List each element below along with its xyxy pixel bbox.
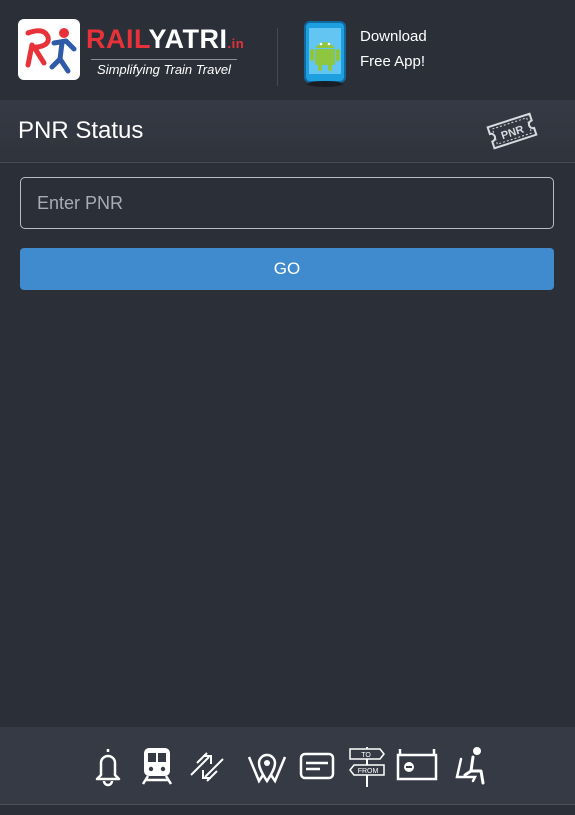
header-divider bbox=[277, 28, 278, 86]
pnr-ticket-icon: PNR bbox=[486, 112, 538, 150]
seat-icon[interactable] bbox=[451, 745, 487, 787]
card-icon[interactable] bbox=[298, 745, 336, 787]
signpost-from-label: FROM bbox=[358, 768, 379, 775]
pnr-status-bar: PNR Status PNR bbox=[0, 100, 575, 163]
bell-icon[interactable] bbox=[93, 745, 123, 787]
to-from-signpost-icon[interactable]: TO FROM bbox=[346, 745, 388, 787]
train-icon[interactable] bbox=[140, 745, 174, 787]
app-header: RAILYATRI.in Simplifying Train Travel Do… bbox=[0, 0, 575, 100]
footer-bottom-strip bbox=[0, 805, 575, 815]
download-app-line2[interactable]: Free App! bbox=[360, 53, 425, 70]
go-button[interactable]: GO bbox=[20, 248, 554, 290]
logo-runner-icon bbox=[25, 28, 77, 74]
android-phone-icon[interactable] bbox=[303, 20, 347, 88]
logo-suffix-text: .in bbox=[227, 36, 245, 51]
railyatri-logo-mark[interactable] bbox=[18, 19, 80, 80]
logo-rail-text: RAIL bbox=[86, 24, 149, 54]
railyatri-logo-wordmark[interactable]: RAILYATRI.in bbox=[86, 24, 244, 55]
footer-nav: TO FROM bbox=[0, 727, 575, 805]
swap-arrows-icon[interactable] bbox=[187, 745, 227, 787]
location-pin-icon[interactable] bbox=[247, 745, 287, 787]
logo-yatri-text: YATRI bbox=[148, 24, 228, 54]
download-app-line1[interactable]: Download bbox=[360, 28, 427, 45]
page-title: PNR Status bbox=[18, 117, 144, 144]
signpost-to-label: TO bbox=[361, 752, 371, 759]
pnr-input[interactable] bbox=[20, 177, 554, 229]
platform-sign-icon[interactable] bbox=[396, 745, 438, 787]
logo-tagline: Simplifying Train Travel bbox=[91, 59, 237, 77]
